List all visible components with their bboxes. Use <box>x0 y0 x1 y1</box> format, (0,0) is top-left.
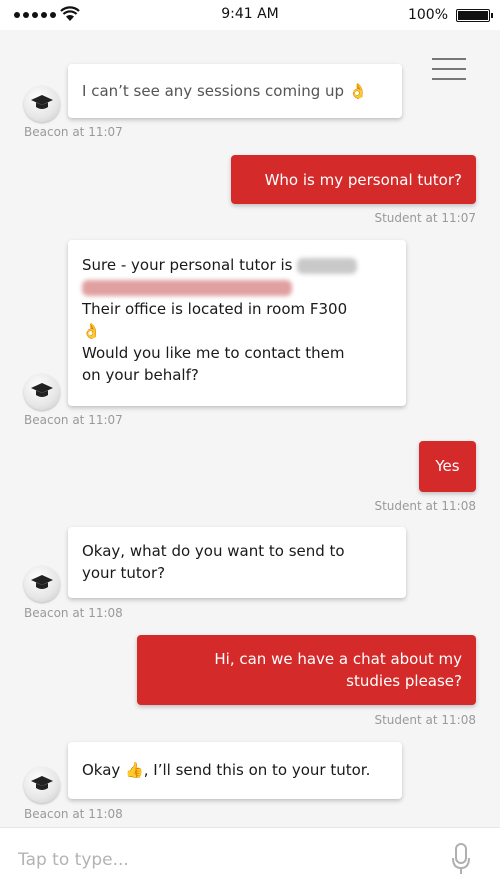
message-text: studies please? <box>346 672 462 690</box>
redacted-name <box>297 257 358 274</box>
ok-hand-emoji-icon: 👌 <box>82 322 101 340</box>
message-bubble-bot: Sure - your personal tutor is Their offi… <box>68 240 406 406</box>
message-input-bar <box>0 827 500 889</box>
message-bubble-bot: Okay 👍, I’ll send this on to your tutor. <box>68 742 402 799</box>
graduation-cap-icon <box>31 776 53 790</box>
message-input[interactable] <box>18 846 418 874</box>
message-meta: Student at 11:08 <box>374 499 476 513</box>
battery-percentage: 100% <box>407 7 448 23</box>
message-text: on your behalf? <box>82 366 199 384</box>
graduation-cap-icon <box>31 95 53 109</box>
menu-icon[interactable] <box>432 58 466 84</box>
message-meta: Beacon at 11:07 <box>24 125 123 139</box>
message-text: , I’ll send this on to your tutor. <box>143 761 371 779</box>
message-text: Hi, can we have a chat about my <box>214 650 462 668</box>
message-bubble-bot: Okay, what do you want to send to your t… <box>68 527 406 598</box>
microphone-icon[interactable] <box>450 842 472 876</box>
message-meta: Student at 11:08 <box>374 713 476 727</box>
message-text: Okay <box>82 761 126 779</box>
bot-avatar <box>24 374 60 410</box>
message-text: Yes <box>435 457 460 475</box>
message-bubble-bot: I can’t see any sessions coming up 👌 <box>68 64 402 118</box>
message-meta: Beacon at 11:07 <box>24 413 123 427</box>
bot-avatar <box>24 767 60 803</box>
thumbs-up-emoji-icon: 👍 <box>125 761 144 779</box>
message-meta: Student at 11:07 <box>374 211 476 225</box>
message-text: I can’t see any sessions coming up <box>82 82 345 100</box>
bot-avatar <box>24 86 60 122</box>
graduation-cap-icon <box>31 383 53 397</box>
message-text: Who is my personal tutor? <box>264 171 462 189</box>
message-bubble-user: Hi, can we have a chat about my studies … <box>137 635 476 705</box>
message-bubble-user: Who is my personal tutor? <box>231 155 476 204</box>
message-text: Their office is located in room F300 <box>82 300 348 318</box>
message-text: your tutor? <box>82 564 166 582</box>
graduation-cap-icon <box>31 575 53 589</box>
message-bubble-user: Yes <box>419 441 476 492</box>
message-text: Would you like me to contact them <box>82 344 345 362</box>
redacted-email <box>82 279 292 296</box>
message-text: Sure - your personal tutor is <box>82 256 293 274</box>
message-meta: Beacon at 11:08 <box>24 807 123 821</box>
bot-avatar <box>24 566 60 602</box>
status-bar: 9:41 AM 100% <box>0 0 500 30</box>
battery-icon <box>456 9 493 22</box>
message-meta: Beacon at 11:08 <box>24 606 123 620</box>
message-text: Okay, what do you want to send to <box>82 542 345 560</box>
ok-hand-emoji-icon: 👌 <box>348 82 368 100</box>
